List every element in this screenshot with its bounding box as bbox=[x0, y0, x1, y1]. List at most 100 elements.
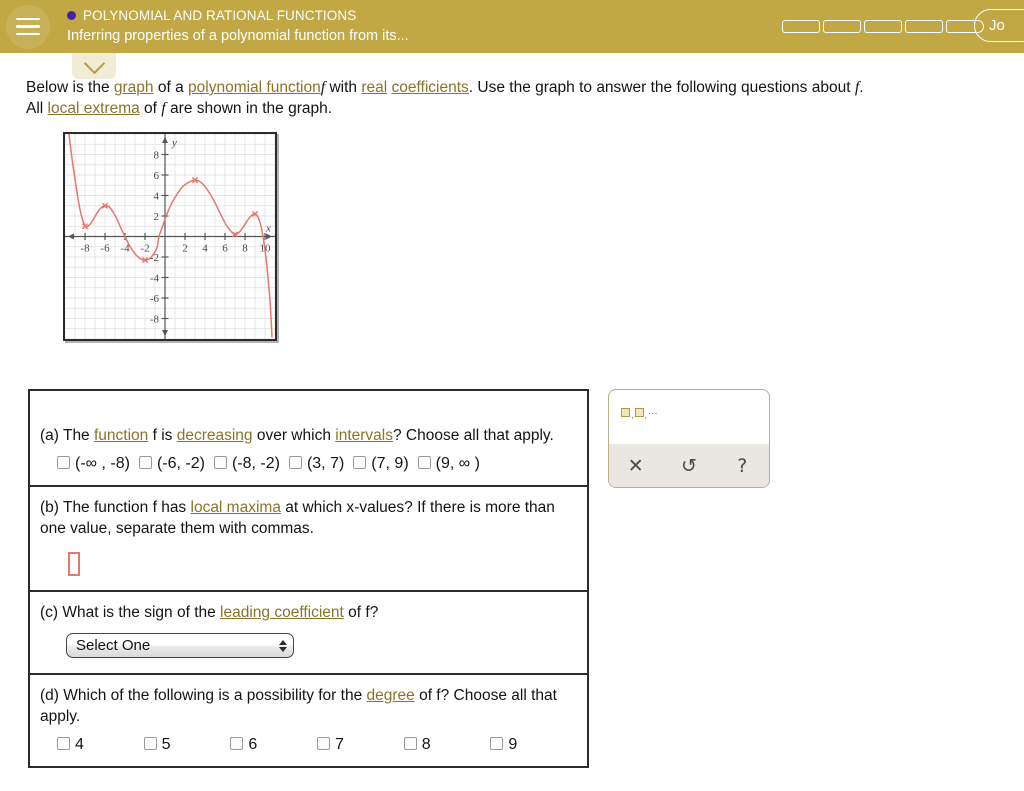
link-intervals[interactable]: intervals bbox=[335, 427, 393, 444]
math-keypad-toolbar: ✕ ↺ ? bbox=[609, 444, 769, 487]
user-account-button[interactable]: Jo bbox=[974, 9, 1024, 42]
option-interval-5[interactable]: (9, ∞ ) bbox=[417, 455, 480, 473]
svg-text:-4: -4 bbox=[150, 273, 160, 285]
polynomial-graph: -8 -6 -4 -2 2 4 6 8 10 8 6 4 2 -2 -4 -6 -8 y x bbox=[63, 132, 277, 341]
topic-row: POLYNOMIAL AND RATIONAL FUNCTIONS bbox=[67, 9, 782, 23]
option-label: 9 bbox=[508, 736, 518, 753]
checkbox-icon[interactable] bbox=[288, 456, 302, 469]
caret-down-icon bbox=[279, 646, 287, 652]
option-interval-4[interactable]: (7, 9) bbox=[353, 455, 409, 473]
option-label: (9, ∞ ) bbox=[435, 455, 480, 472]
option-label: 4 bbox=[75, 736, 84, 753]
svg-text:-6: -6 bbox=[100, 243, 110, 255]
hamburger-bar bbox=[16, 32, 40, 36]
option-interval-1[interactable]: (-6, -2) bbox=[138, 455, 205, 473]
option-label: 7 bbox=[335, 736, 344, 753]
link-degree[interactable]: degree bbox=[367, 687, 415, 704]
option-label: (3, 7) bbox=[306, 455, 345, 472]
lesson-title: Inferring properties of a polynomial fun… bbox=[67, 28, 409, 45]
q-text: f is bbox=[148, 427, 177, 444]
q-text: (a) The bbox=[40, 427, 94, 444]
checkbox-icon[interactable] bbox=[490, 737, 504, 750]
svg-text:6: 6 bbox=[222, 243, 228, 255]
template-slot-box bbox=[621, 408, 630, 417]
prompt-text: All bbox=[26, 100, 48, 117]
link-real[interactable]: real bbox=[361, 79, 387, 96]
math-keypad-templates: , , ... bbox=[609, 390, 769, 444]
topic-status-dot-icon bbox=[67, 11, 76, 20]
svg-text:x: x bbox=[265, 223, 271, 235]
select-spinner-icon bbox=[279, 639, 287, 652]
option-interval-3[interactable]: (3, 7) bbox=[288, 455, 345, 473]
option-degree-1[interactable]: 5 bbox=[143, 736, 231, 754]
math-answer-input[interactable] bbox=[68, 552, 80, 576]
link-leading-coefficient[interactable]: leading coefficient bbox=[220, 604, 344, 621]
svg-text:4: 4 bbox=[154, 191, 160, 203]
expand-panel-toggle[interactable] bbox=[72, 52, 116, 79]
template-ellipsis: ... bbox=[648, 406, 658, 417]
option-label: 6 bbox=[248, 736, 258, 753]
template-comma: , bbox=[631, 410, 634, 420]
svg-text:-2: -2 bbox=[140, 243, 149, 255]
template-comma: , bbox=[644, 410, 648, 420]
checkbox-icon[interactable] bbox=[138, 456, 152, 469]
link-local-extrema[interactable]: local extrema bbox=[48, 100, 140, 117]
checkbox-icon[interactable] bbox=[213, 456, 227, 469]
checkbox-icon[interactable] bbox=[353, 456, 367, 469]
prompt-text: of a bbox=[153, 79, 189, 96]
question-a-text: (a) The function f is decreasing over wh… bbox=[40, 425, 577, 446]
undo-icon[interactable]: ↺ bbox=[672, 455, 706, 477]
link-decreasing[interactable]: decreasing bbox=[177, 427, 253, 444]
question-b-text: (b) The function f has local maxima at w… bbox=[40, 497, 577, 539]
hamburger-menu-icon[interactable] bbox=[6, 4, 50, 49]
progress-segment bbox=[823, 20, 861, 33]
option-interval-0[interactable]: (-∞ , -8) bbox=[57, 455, 130, 473]
option-degree-2[interactable]: 6 bbox=[230, 736, 317, 754]
checkbox-icon[interactable] bbox=[403, 737, 417, 750]
question-c-text: (c) What is the sign of the leading coef… bbox=[40, 602, 577, 623]
option-degree-3[interactable]: 7 bbox=[317, 736, 404, 754]
polynomial-graph-svg: -8 -6 -4 -2 2 4 6 8 108642-2-4-6-8yx bbox=[65, 134, 275, 339]
prompt-text: Below is the bbox=[26, 79, 114, 96]
option-degree-0[interactable]: 4 bbox=[57, 736, 144, 754]
caret-up-icon bbox=[279, 639, 287, 645]
comma-list-template-icon[interactable]: , , ... bbox=[621, 406, 658, 420]
svg-text:2: 2 bbox=[154, 211, 160, 223]
leading-coefficient-select[interactable]: Select One bbox=[66, 633, 294, 658]
checkbox-icon[interactable] bbox=[417, 456, 431, 469]
q-text: (b) The function f has bbox=[40, 499, 191, 516]
clear-icon[interactable]: ✕ bbox=[619, 455, 653, 477]
option-degree-4[interactable]: 8 bbox=[403, 736, 491, 754]
checkbox-icon[interactable] bbox=[57, 456, 70, 469]
svg-text:6: 6 bbox=[154, 170, 160, 182]
progress-segment bbox=[905, 20, 943, 33]
svg-text:4: 4 bbox=[202, 243, 208, 255]
option-interval-2[interactable]: (-8, -2) bbox=[213, 455, 280, 473]
link-coefficients[interactable]: coefficients bbox=[392, 79, 469, 96]
link-graph[interactable]: graph bbox=[114, 79, 154, 96]
checkbox-icon[interactable] bbox=[143, 737, 157, 750]
option-label: (-∞ , -8) bbox=[75, 455, 130, 472]
question-d-text: (d) Which of the following is a possibil… bbox=[40, 685, 577, 727]
link-function[interactable]: function bbox=[94, 427, 148, 444]
q-text: (d) Which of the following is a possibil… bbox=[40, 687, 367, 704]
problem-prompt: Below is the graph of a polynomial funct… bbox=[26, 77, 1024, 119]
link-polynomial-function[interactable]: polynomial function bbox=[188, 79, 321, 96]
question-b: (b) The function f has local maxima at w… bbox=[30, 487, 587, 592]
help-icon[interactable]: ? bbox=[725, 455, 759, 477]
option-degree-5[interactable]: 9 bbox=[490, 736, 577, 754]
q-text: of f? bbox=[343, 604, 379, 621]
user-account-label: Jo bbox=[989, 17, 1005, 34]
template-slot-box bbox=[634, 408, 644, 417]
progress-segment bbox=[864, 20, 902, 33]
prompt-text: of bbox=[139, 100, 162, 117]
prompt-text: . Use the graph to answer the following … bbox=[468, 79, 855, 96]
math-keypad-panel: , , ... ✕ ↺ ? bbox=[608, 389, 770, 488]
question-d-options: 4 5 6 7 8 9 bbox=[40, 736, 577, 754]
link-local-maxima[interactable]: local maxima bbox=[191, 499, 281, 516]
checkbox-icon[interactable] bbox=[230, 737, 244, 750]
question-a-options: (-∞ , -8) (-6, -2) (-8, -2) (3, 7) (7, 9… bbox=[40, 455, 577, 473]
checkbox-icon[interactable] bbox=[57, 737, 70, 750]
checkbox-icon[interactable] bbox=[317, 737, 331, 750]
hamburger-bar bbox=[16, 25, 40, 28]
